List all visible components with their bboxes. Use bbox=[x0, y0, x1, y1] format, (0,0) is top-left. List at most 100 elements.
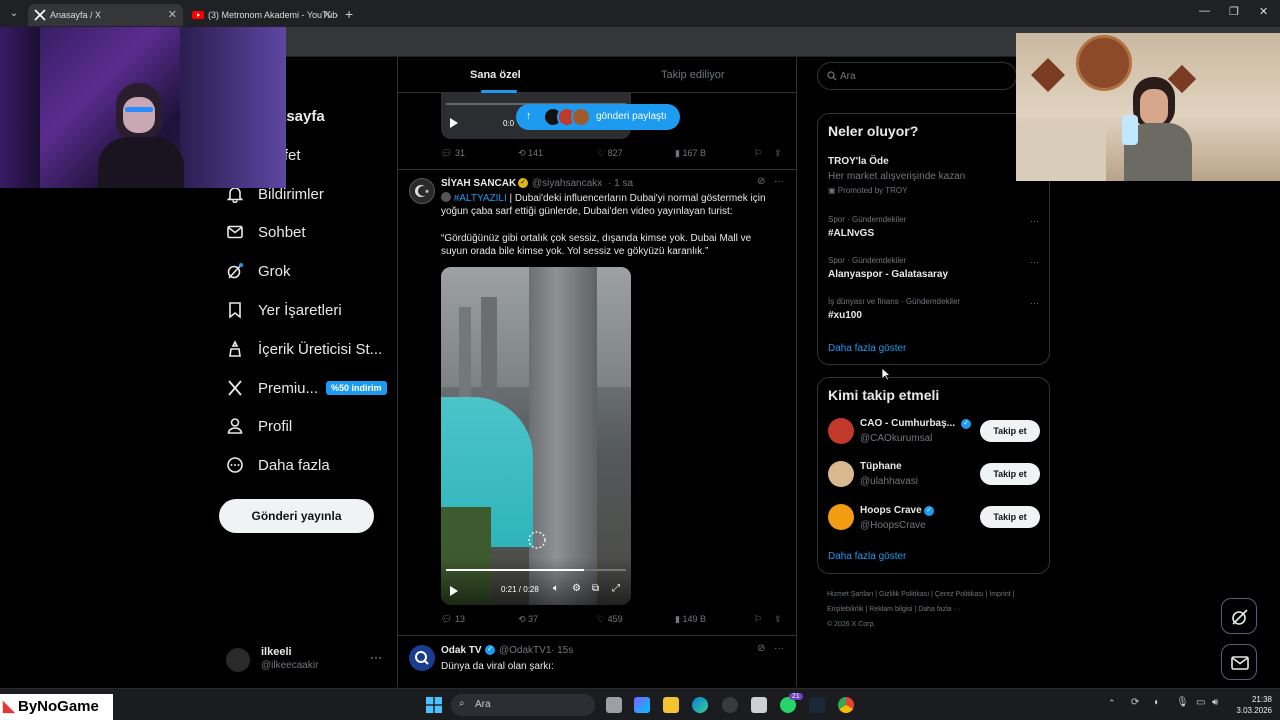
more-icon[interactable]: ··· bbox=[774, 176, 784, 187]
search-input[interactable]: Ara bbox=[817, 62, 1017, 90]
more-icon[interactable]: ··· bbox=[1030, 298, 1039, 308]
nav-grok[interactable]: Grok bbox=[226, 256, 291, 286]
more-icon[interactable]: ··· bbox=[370, 650, 382, 664]
tweet-video[interactable]: 0:21 / 0:28 🔈︎ ⚙ ⧉ ⤢ bbox=[441, 267, 631, 605]
footer-link[interactable]: Gizlilik Politikası bbox=[879, 591, 929, 598]
chrome-icon[interactable] bbox=[838, 697, 854, 713]
promo-name[interactable]: TROY'la Öde bbox=[828, 156, 889, 167]
grok-button[interactable] bbox=[1221, 598, 1257, 634]
tweet-handle[interactable]: @siyahsancakx bbox=[532, 178, 602, 189]
more-icon[interactable]: ··· bbox=[1030, 257, 1039, 267]
close-window-button[interactable]: ✕ bbox=[1259, 5, 1268, 18]
show-more-link[interactable]: Daha fazla göster bbox=[828, 551, 906, 562]
like-button[interactable]: ♡ 827 bbox=[597, 148, 623, 159]
store-icon[interactable] bbox=[751, 697, 767, 713]
footer-link[interactable]: Hizmet Şartları bbox=[827, 591, 873, 598]
avatar[interactable] bbox=[828, 418, 854, 444]
new-tab-button[interactable]: + bbox=[345, 4, 353, 24]
suggested-handle[interactable]: @ulahhavasi bbox=[860, 476, 918, 487]
reply-button[interactable]: 💬︎ 31 bbox=[441, 148, 465, 159]
footer-link[interactable]: Daha fazla ··· bbox=[918, 606, 960, 613]
bookmark-icon[interactable]: ⚐ bbox=[754, 148, 762, 159]
hashtag-link[interactable]: #ALTYAZILI bbox=[454, 193, 507, 204]
avatar[interactable] bbox=[828, 461, 854, 487]
repost-button[interactable]: ⟲ 37 bbox=[518, 614, 538, 625]
nav-premium[interactable]: Premiu... %50 indirim bbox=[226, 373, 387, 403]
new-posts-pill[interactable]: ↑ gönderi paylaştı bbox=[516, 104, 680, 130]
views-button[interactable]: ▮ 149 B bbox=[675, 614, 706, 625]
tweet-author-name[interactable]: SİYAH SANCAK bbox=[441, 178, 516, 189]
repost-button[interactable]: ⟲ 141 bbox=[518, 148, 543, 159]
task-view-icon[interactable] bbox=[606, 697, 622, 713]
system-clock[interactable]: 21:38 3.03.2026 bbox=[1230, 694, 1272, 716]
tweet-handle[interactable]: @OdakTV1 bbox=[499, 645, 551, 656]
sync-icon[interactable]: ⟳ bbox=[1131, 697, 1139, 708]
tab-youtube[interactable]: (3) Metronom Akademi - YouTube ✕ bbox=[186, 4, 338, 26]
footer-link[interactable]: İmprint bbox=[989, 591, 1010, 598]
show-more-link[interactable]: Daha fazla göster bbox=[828, 343, 906, 354]
tab-x-home[interactable]: Anasayfa / X ✕ bbox=[28, 4, 183, 26]
tab-following[interactable]: Takip ediliyor bbox=[661, 69, 725, 81]
suggested-handle[interactable]: @HoopsCrave bbox=[860, 520, 926, 531]
windows-start-icon[interactable] bbox=[426, 697, 442, 713]
tweet-author-name[interactable]: Odak TV bbox=[441, 645, 482, 656]
suggested-name[interactable]: Tüphane bbox=[860, 461, 902, 472]
picture-in-picture-icon[interactable]: ⧉ bbox=[592, 583, 599, 594]
bookmark-icon[interactable]: ⚐ bbox=[754, 614, 762, 625]
volume-icon[interactable]: 🔊︎ bbox=[1212, 697, 1218, 708]
nav-profile[interactable]: Profil bbox=[226, 411, 292, 441]
play-icon[interactable] bbox=[449, 585, 459, 597]
app-tray-icon[interactable]: ◐ bbox=[1154, 697, 1160, 708]
copilot-icon[interactable] bbox=[634, 697, 650, 713]
trend-item[interactable]: Alanyaspor - Galatasaray bbox=[828, 269, 948, 280]
maximize-button[interactable]: ❐ bbox=[1229, 5, 1239, 18]
tweet-time[interactable]: · 15s bbox=[551, 645, 573, 656]
suggested-name[interactable]: CAO - Cumhurbaş... bbox=[860, 418, 955, 429]
tab-close-button[interactable]: ✕ bbox=[168, 4, 177, 26]
footer-link[interactable]: Çerez Politikası bbox=[935, 591, 984, 598]
settings-icon[interactable]: ⚙ bbox=[572, 583, 581, 594]
tab-close-button[interactable]: ✕ bbox=[323, 4, 332, 26]
like-button[interactable]: ♡ 459 bbox=[597, 614, 623, 625]
messages-button[interactable] bbox=[1221, 644, 1257, 680]
share-icon[interactable]: ⇪ bbox=[774, 614, 782, 625]
fullscreen-icon[interactable]: ⤢ bbox=[612, 583, 620, 594]
tweet-time[interactable]: · 1 sa bbox=[608, 178, 633, 189]
tab-search-button[interactable]: ⌄ bbox=[4, 4, 24, 24]
microphone-icon[interactable]: 🎙︎ bbox=[1176, 697, 1189, 708]
avatar[interactable] bbox=[409, 178, 435, 204]
edge-icon[interactable] bbox=[692, 697, 708, 713]
share-icon[interactable]: ⇪ bbox=[774, 148, 782, 159]
taskbar-search[interactable]: ⌕ Ara bbox=[451, 694, 595, 716]
minimize-button[interactable]: — bbox=[1199, 5, 1210, 17]
grok-icon[interactable]: ⊘ bbox=[757, 643, 765, 654]
suggested-handle[interactable]: @CAOkurumsal bbox=[860, 433, 932, 444]
nav-more[interactable]: Daha fazla bbox=[226, 450, 330, 480]
follow-button[interactable]: Takip et bbox=[980, 420, 1040, 442]
play-icon[interactable] bbox=[449, 117, 459, 129]
display-icon[interactable]: ▭ bbox=[1196, 697, 1205, 708]
trend-item[interactable]: #ALNvGS bbox=[828, 228, 874, 239]
more-icon[interactable]: ··· bbox=[774, 643, 784, 654]
reply-button[interactable]: 💬︎ 13 bbox=[441, 614, 465, 625]
avatar[interactable] bbox=[409, 645, 435, 671]
views-button[interactable]: ▮ 167 B bbox=[675, 148, 706, 159]
volume-icon[interactable]: 🔈︎ bbox=[553, 583, 559, 594]
avatar[interactable] bbox=[828, 504, 854, 530]
nav-messages[interactable]: Sohbet bbox=[226, 217, 306, 247]
follow-button[interactable]: Takip et bbox=[980, 506, 1040, 528]
suggested-name[interactable]: Hoops Crave bbox=[860, 505, 922, 516]
more-icon[interactable]: ··· bbox=[1030, 216, 1039, 226]
footer-link[interactable]: Reklam bilgisi bbox=[869, 606, 912, 613]
tab-for-you[interactable]: Sana özel bbox=[470, 69, 521, 81]
nav-creator-studio[interactable]: İçerik Üreticisi St... bbox=[226, 334, 382, 364]
app-icon[interactable] bbox=[722, 697, 738, 713]
file-explorer-icon[interactable] bbox=[663, 697, 679, 713]
follow-button[interactable]: Takip et bbox=[980, 463, 1040, 485]
trend-item[interactable]: #xu100 bbox=[828, 310, 862, 321]
nav-bookmarks[interactable]: Yer İşaretleri bbox=[226, 295, 342, 325]
steam-icon[interactable] bbox=[809, 697, 825, 713]
footer-link[interactable]: Erişilebilirlik bbox=[827, 606, 864, 613]
grok-icon[interactable]: ⊘ bbox=[757, 176, 765, 187]
post-button[interactable]: Gönderi yayınla bbox=[219, 499, 374, 533]
